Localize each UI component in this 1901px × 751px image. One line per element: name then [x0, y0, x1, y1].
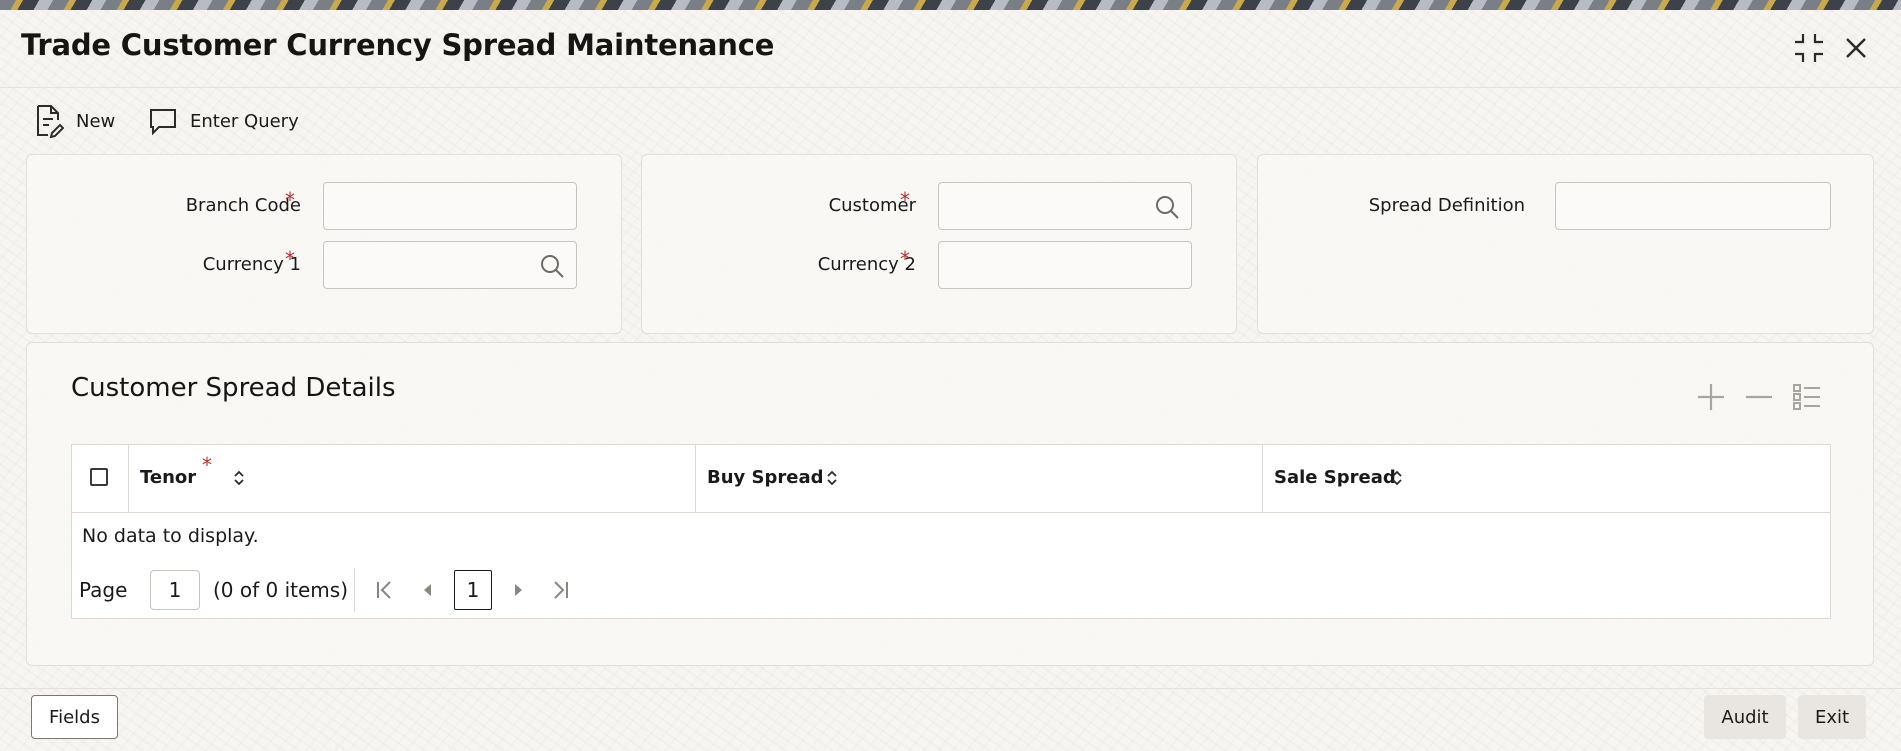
- customer-field[interactable]: [938, 182, 1192, 230]
- query-icon: [148, 106, 178, 136]
- add-icon[interactable]: [1695, 381, 1727, 413]
- page-label: Page: [79, 578, 128, 602]
- new-document-icon: [34, 104, 64, 138]
- column-label: Buy Spread: [707, 467, 824, 488]
- title-divider: [0, 87, 1901, 88]
- close-icon[interactable]: [1838, 30, 1874, 66]
- branch-code-label: Branch Code: [185, 195, 301, 216]
- column-header-tenor[interactable]: Tenor *: [129, 445, 696, 512]
- branch-currency-panel: Branch Code * Currency 1 *: [26, 154, 622, 334]
- search-icon[interactable]: [538, 252, 566, 280]
- last-page-icon[interactable]: [546, 576, 574, 604]
- new-label: New: [76, 110, 116, 132]
- remove-icon[interactable]: [1743, 381, 1775, 413]
- previous-page-icon[interactable]: [414, 576, 442, 604]
- sort-icon[interactable]: [232, 468, 246, 488]
- section-title: Customer Spread Details: [71, 373, 396, 403]
- required-marker: *: [285, 188, 295, 212]
- new-button[interactable]: New: [34, 102, 115, 140]
- customer-spread-details-section: Customer Spread Details Tenor * Buy Spre…: [26, 342, 1874, 666]
- required-marker: *: [900, 247, 910, 271]
- enter-query-button[interactable]: Enter Query: [148, 102, 299, 140]
- spread-definition-field[interactable]: [1555, 182, 1831, 230]
- sort-icon[interactable]: [825, 468, 839, 488]
- branch-code-field[interactable]: [323, 182, 577, 230]
- audit-button[interactable]: Audit: [1704, 695, 1786, 739]
- select-all-checkbox[interactable]: [90, 468, 108, 486]
- column-header-sale-spread[interactable]: Sale Spread: [1263, 445, 1830, 512]
- fields-button[interactable]: Fields: [31, 695, 118, 739]
- next-page-icon[interactable]: [504, 576, 532, 604]
- page-title: Trade Customer Currency Spread Maintenan…: [21, 28, 775, 62]
- first-page-icon[interactable]: [371, 576, 399, 604]
- required-marker: *: [285, 247, 295, 271]
- spread-table: Tenor * Buy Spread Sale Spread No data t…: [71, 444, 1831, 619]
- page-summary: (0 of 0 items): [213, 578, 349, 602]
- customer-currency-panel: Customer * Currency 2 *: [641, 154, 1237, 334]
- enter-query-label: Enter Query: [190, 110, 299, 132]
- page-number-input[interactable]: 1: [150, 570, 200, 610]
- spread-definition-label: Spread Definition: [1368, 195, 1525, 216]
- empty-message: No data to display.: [82, 525, 259, 547]
- exit-button[interactable]: Exit: [1798, 695, 1866, 739]
- collapse-icon[interactable]: [1791, 30, 1827, 66]
- footer-divider: [0, 688, 1901, 689]
- list-icon[interactable]: [1791, 381, 1823, 413]
- decorative-header-band: [0, 0, 1901, 10]
- column-label: Tenor: [140, 467, 197, 488]
- select-all-column: [72, 445, 129, 512]
- column-header-buy-spread[interactable]: Buy Spread: [696, 445, 1263, 512]
- pager-divider: [354, 568, 355, 612]
- required-marker: *: [202, 453, 212, 477]
- column-label: Sale Spread: [1274, 467, 1396, 488]
- table-header: Tenor * Buy Spread Sale Spread: [72, 445, 1830, 513]
- search-icon[interactable]: [1153, 193, 1181, 221]
- sort-icon[interactable]: [1390, 468, 1404, 488]
- current-page-button[interactable]: 1: [454, 570, 492, 610]
- currency2-field[interactable]: [938, 241, 1192, 289]
- required-marker: *: [900, 188, 910, 212]
- currency1-field[interactable]: [323, 241, 577, 289]
- title-bar: Trade Customer Currency Spread Maintenan…: [0, 10, 1901, 88]
- spread-definition-panel: Spread Definition: [1257, 154, 1874, 334]
